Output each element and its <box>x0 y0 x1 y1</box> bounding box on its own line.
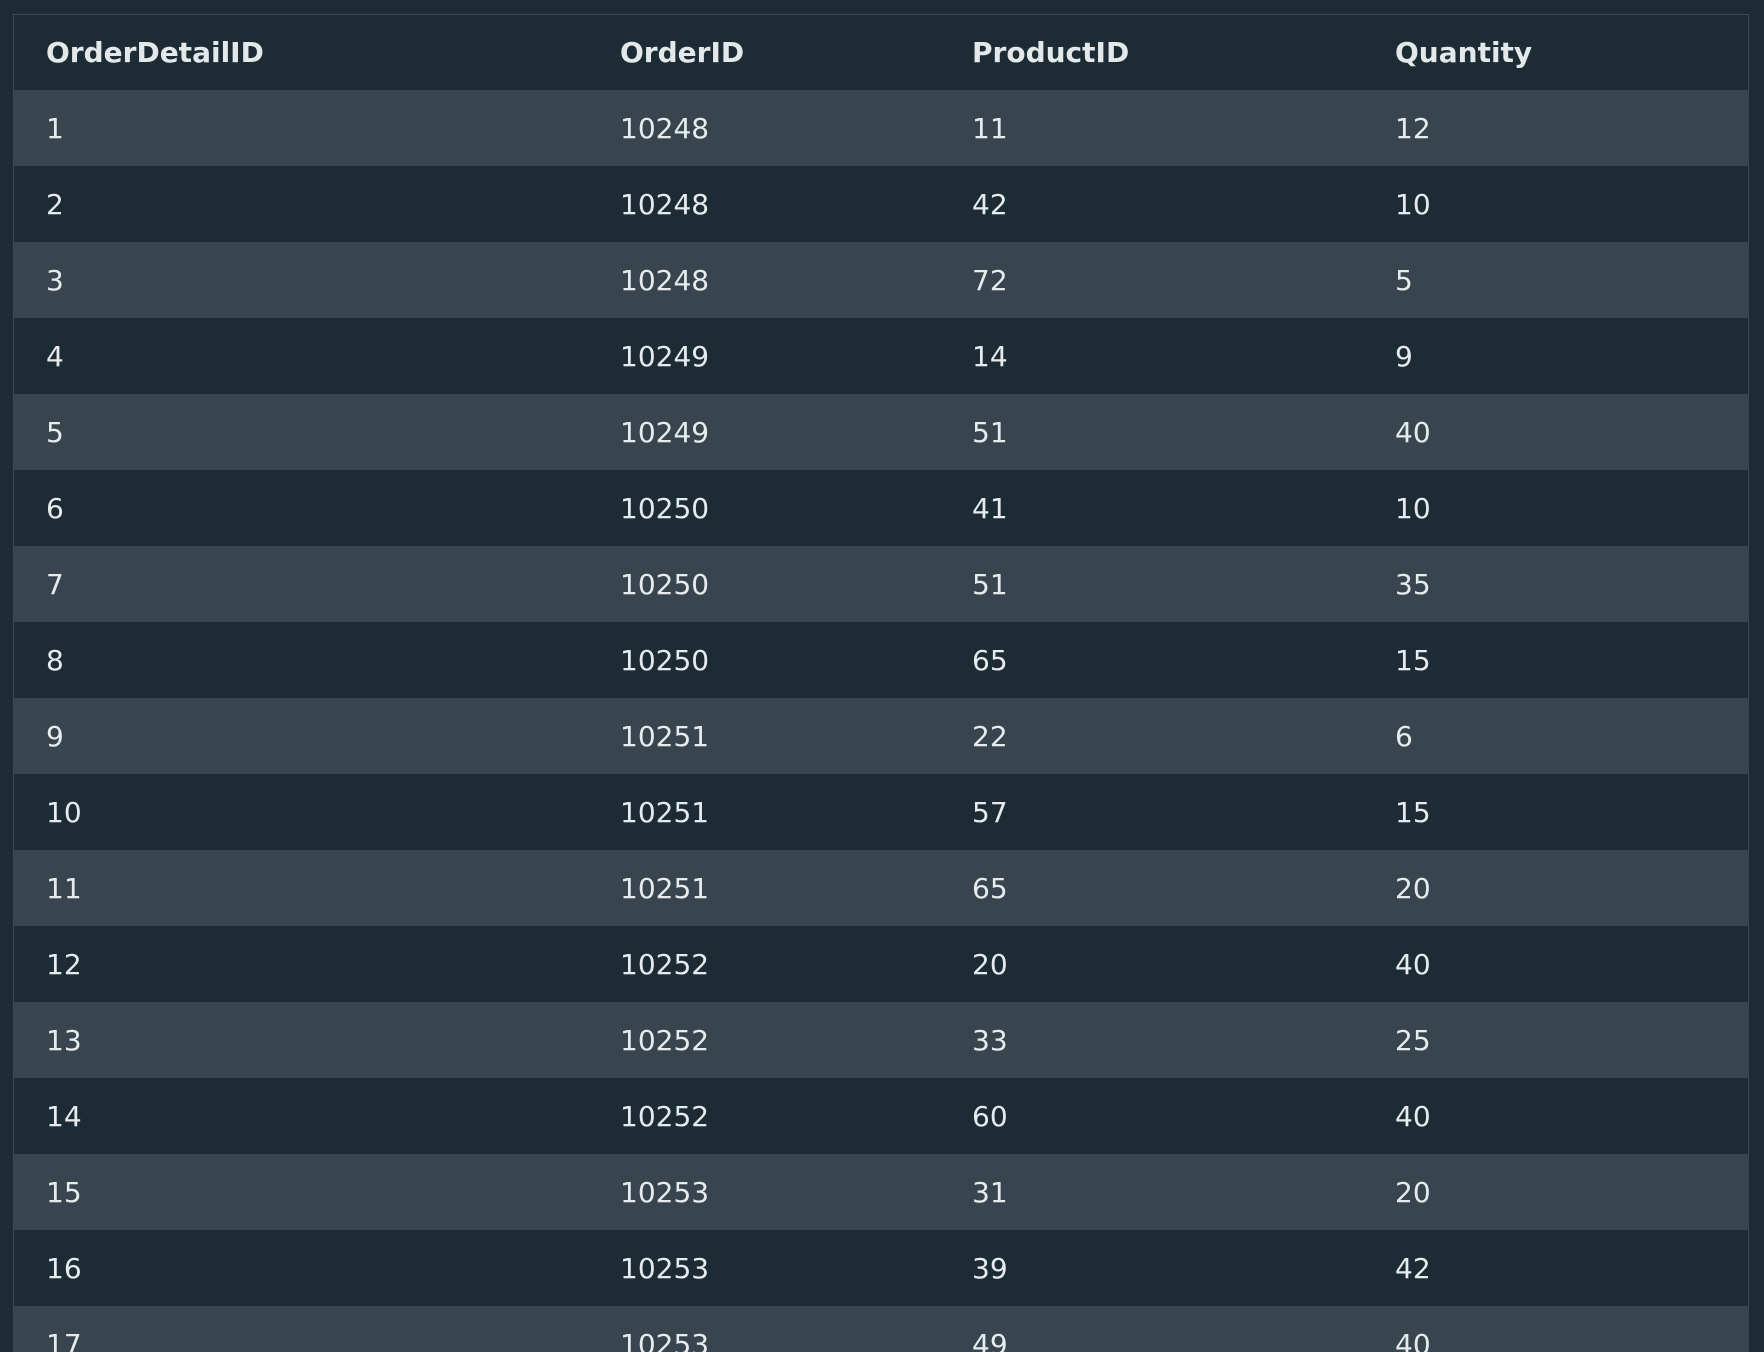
cell-quantity: 6 <box>1363 698 1748 774</box>
cell-orderdetailid: 12 <box>14 926 588 1002</box>
cell-orderdetailid: 8 <box>14 622 588 698</box>
cell-quantity: 10 <box>1363 470 1748 546</box>
cell-quantity: 5 <box>1363 242 1748 318</box>
cell-productid: 31 <box>940 1154 1363 1230</box>
cell-orderid: 10253 <box>588 1154 940 1230</box>
cell-orderid: 10252 <box>588 926 940 1002</box>
column-header-quantity[interactable]: Quantity <box>1363 15 1748 90</box>
table-row[interactable]: 14 10252 60 40 <box>14 1078 1748 1154</box>
cell-orderdetailid: 6 <box>14 470 588 546</box>
cell-orderdetailid: 7 <box>14 546 588 622</box>
cell-productid: 65 <box>940 622 1363 698</box>
cell-productid: 51 <box>940 546 1363 622</box>
cell-productid: 11 <box>940 90 1363 166</box>
cell-orderdetailid: 14 <box>14 1078 588 1154</box>
cell-productid: 57 <box>940 774 1363 850</box>
cell-orderdetailid: 5 <box>14 394 588 470</box>
cell-quantity: 25 <box>1363 1002 1748 1078</box>
table-row[interactable]: 8 10250 65 15 <box>14 622 1748 698</box>
cell-quantity: 40 <box>1363 926 1748 1002</box>
cell-productid: 41 <box>940 470 1363 546</box>
table-row[interactable]: 10 10251 57 15 <box>14 774 1748 850</box>
table-row[interactable]: 6 10250 41 10 <box>14 470 1748 546</box>
cell-orderid: 10248 <box>588 90 940 166</box>
cell-productid: 20 <box>940 926 1363 1002</box>
cell-orderid: 10249 <box>588 318 940 394</box>
cell-quantity: 15 <box>1363 774 1748 850</box>
cell-orderid: 10248 <box>588 166 940 242</box>
table-row[interactable]: 15 10253 31 20 <box>14 1154 1748 1230</box>
cell-productid: 65 <box>940 850 1363 926</box>
cell-quantity: 42 <box>1363 1230 1748 1306</box>
cell-productid: 72 <box>940 242 1363 318</box>
table-row[interactable]: 4 10249 14 9 <box>14 318 1748 394</box>
cell-productid: 60 <box>940 1078 1363 1154</box>
cell-quantity: 40 <box>1363 1078 1748 1154</box>
cell-quantity: 40 <box>1363 1306 1748 1352</box>
cell-orderid: 10253 <box>588 1230 940 1306</box>
order-details-table-container[interactable]: OrderDetailID OrderID ProductID Quantity… <box>13 14 1749 1352</box>
cell-orderdetailid: 1 <box>14 90 588 166</box>
table-header: OrderDetailID OrderID ProductID Quantity <box>14 15 1748 90</box>
cell-orderdetailid: 4 <box>14 318 588 394</box>
cell-quantity: 40 <box>1363 394 1748 470</box>
table-row[interactable]: 12 10252 20 40 <box>14 926 1748 1002</box>
page-viewport: OrderDetailID OrderID ProductID Quantity… <box>0 0 1764 1352</box>
cell-orderid: 10248 <box>588 242 940 318</box>
cell-orderid: 10253 <box>588 1306 940 1352</box>
cell-quantity: 20 <box>1363 1154 1748 1230</box>
cell-productid: 42 <box>940 166 1363 242</box>
cell-orderid: 10252 <box>588 1002 940 1078</box>
table-row[interactable]: 5 10249 51 40 <box>14 394 1748 470</box>
column-header-orderid[interactable]: OrderID <box>588 15 940 90</box>
table-row[interactable]: 17 10253 49 40 <box>14 1306 1748 1352</box>
cell-orderdetailid: 16 <box>14 1230 588 1306</box>
table-body: 1 10248 11 12 2 10248 42 10 3 10248 72 5 4 10249 14 9 5 1… <box>14 90 1748 1352</box>
cell-orderid: 10250 <box>588 470 940 546</box>
cell-quantity: 15 <box>1363 622 1748 698</box>
table-header-row: OrderDetailID OrderID ProductID Quantity <box>14 15 1748 90</box>
cell-quantity: 20 <box>1363 850 1748 926</box>
cell-orderdetailid: 10 <box>14 774 588 850</box>
cell-orderid: 10250 <box>588 622 940 698</box>
table-row[interactable]: 13 10252 33 25 <box>14 1002 1748 1078</box>
cell-productid: 33 <box>940 1002 1363 1078</box>
cell-orderid: 10249 <box>588 394 940 470</box>
table-row[interactable]: 2 10248 42 10 <box>14 166 1748 242</box>
cell-orderdetailid: 3 <box>14 242 588 318</box>
table-row[interactable]: 11 10251 65 20 <box>14 850 1748 926</box>
cell-productid: 49 <box>940 1306 1363 1352</box>
cell-orderid: 10250 <box>588 546 940 622</box>
column-header-productid[interactable]: ProductID <box>940 15 1363 90</box>
table-row[interactable]: 1 10248 11 12 <box>14 90 1748 166</box>
cell-orderdetailid: 9 <box>14 698 588 774</box>
cell-productid: 14 <box>940 318 1363 394</box>
column-header-orderdetailid[interactable]: OrderDetailID <box>14 15 588 90</box>
cell-quantity: 12 <box>1363 90 1748 166</box>
cell-orderdetailid: 13 <box>14 1002 588 1078</box>
cell-orderid: 10251 <box>588 774 940 850</box>
cell-quantity: 10 <box>1363 166 1748 242</box>
cell-quantity: 35 <box>1363 546 1748 622</box>
table-row[interactable]: 7 10250 51 35 <box>14 546 1748 622</box>
cell-productid: 51 <box>940 394 1363 470</box>
cell-quantity: 9 <box>1363 318 1748 394</box>
cell-orderdetailid: 17 <box>14 1306 588 1352</box>
order-details-table: OrderDetailID OrderID ProductID Quantity… <box>14 15 1748 1352</box>
cell-orderdetailid: 11 <box>14 850 588 926</box>
table-row[interactable]: 16 10253 39 42 <box>14 1230 1748 1306</box>
cell-productid: 39 <box>940 1230 1363 1306</box>
table-row[interactable]: 9 10251 22 6 <box>14 698 1748 774</box>
table-row[interactable]: 3 10248 72 5 <box>14 242 1748 318</box>
cell-orderdetailid: 15 <box>14 1154 588 1230</box>
cell-orderid: 10252 <box>588 1078 940 1154</box>
cell-orderid: 10251 <box>588 850 940 926</box>
cell-orderdetailid: 2 <box>14 166 588 242</box>
cell-orderid: 10251 <box>588 698 940 774</box>
cell-productid: 22 <box>940 698 1363 774</box>
